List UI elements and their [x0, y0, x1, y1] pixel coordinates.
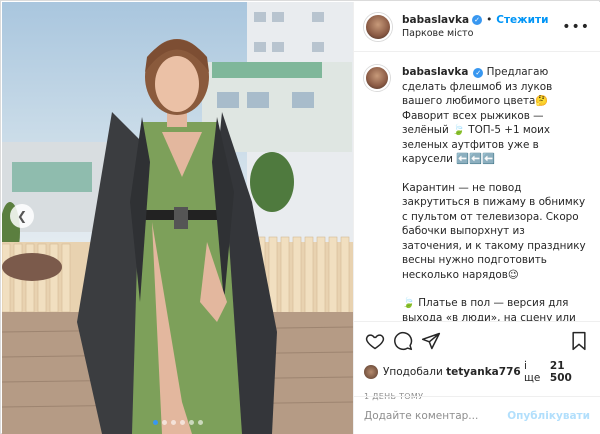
post-actions-section: Уподобали tetyanka776 і ще 21 500 1 ДЕНЬ… [354, 321, 600, 401]
header-text: babaslavka ✓ • Стежити Паркове місто [402, 14, 562, 40]
carousel-dot [179, 420, 185, 425]
comment-button[interactable] [392, 330, 414, 352]
follow-button[interactable]: Стежити [496, 14, 548, 27]
caption-paragraph: babaslavka ✓ Предлагаю сделать флешмоб из… [402, 65, 588, 167]
likes-summary: Уподобали tetyanka776 і ще 21 500 [364, 360, 590, 384]
comment-icon [394, 331, 413, 351]
verified-badge-icon: ✓ [472, 15, 483, 25]
carousel-dot [188, 420, 194, 425]
carousel-dot [170, 420, 176, 425]
caption-text: Предлагаю сделать флешмоб из луков вашег… [402, 66, 556, 165]
avatar[interactable] [364, 65, 390, 91]
post-photo[interactable]: ❮ [2, 2, 353, 434]
verified-badge-icon: ✓ [473, 68, 484, 79]
chevron-left-icon: ❮ [16, 209, 28, 223]
caption-body: babaslavka ✓ Предлагаю сделать флешмоб из… [402, 65, 588, 321]
like-button[interactable] [364, 330, 386, 352]
likes-count-link[interactable]: 21 500 [550, 360, 590, 384]
avatar[interactable] [364, 365, 378, 379]
save-button[interactable] [568, 330, 590, 352]
photo-illustration [2, 2, 353, 434]
add-comment-bar: Опублікувати [354, 396, 600, 434]
carousel-dot [197, 420, 203, 425]
action-bar [364, 330, 590, 352]
post-modal: ❮ babaslavka ✓ • Стежити Паркове місто •… [0, 0, 600, 434]
separator-dot: • [486, 13, 493, 26]
bookmark-icon [572, 331, 586, 351]
carousel-dot [161, 420, 167, 425]
carousel-prev-button[interactable]: ❮ [10, 204, 34, 228]
publish-button[interactable]: Опублікувати [507, 410, 590, 422]
carousel-dot [152, 420, 158, 425]
likes-middle: і ще [524, 360, 541, 384]
paper-plane-icon [421, 332, 441, 350]
username-link[interactable]: babaslavka [402, 66, 468, 78]
location-link[interactable]: Паркове місто [402, 27, 562, 40]
heart-icon [365, 334, 385, 350]
share-button[interactable] [420, 330, 442, 352]
username-link[interactable]: babaslavka [402, 14, 469, 27]
caption-paragraph: 🍃 Платье в пол — версия для выхода «в лю… [402, 297, 576, 321]
carousel-dots [2, 420, 353, 425]
liker-username-link[interactable]: tetyanka776 [446, 366, 521, 378]
more-options-icon[interactable]: ••• [562, 19, 590, 35]
post-side-panel: babaslavka ✓ • Стежити Паркове місто •••… [353, 2, 600, 434]
caption-area: babaslavka ✓ Предлагаю сделать флешмоб из… [354, 53, 600, 321]
caption-paragraph: Карантин — не повод закрутиться в пижаму… [402, 181, 589, 281]
post-header: babaslavka ✓ • Стежити Паркове місто ••• [354, 2, 600, 52]
comment-input[interactable] [364, 409, 508, 422]
avatar[interactable] [364, 12, 392, 41]
likes-prefix: Уподобали [382, 366, 443, 378]
